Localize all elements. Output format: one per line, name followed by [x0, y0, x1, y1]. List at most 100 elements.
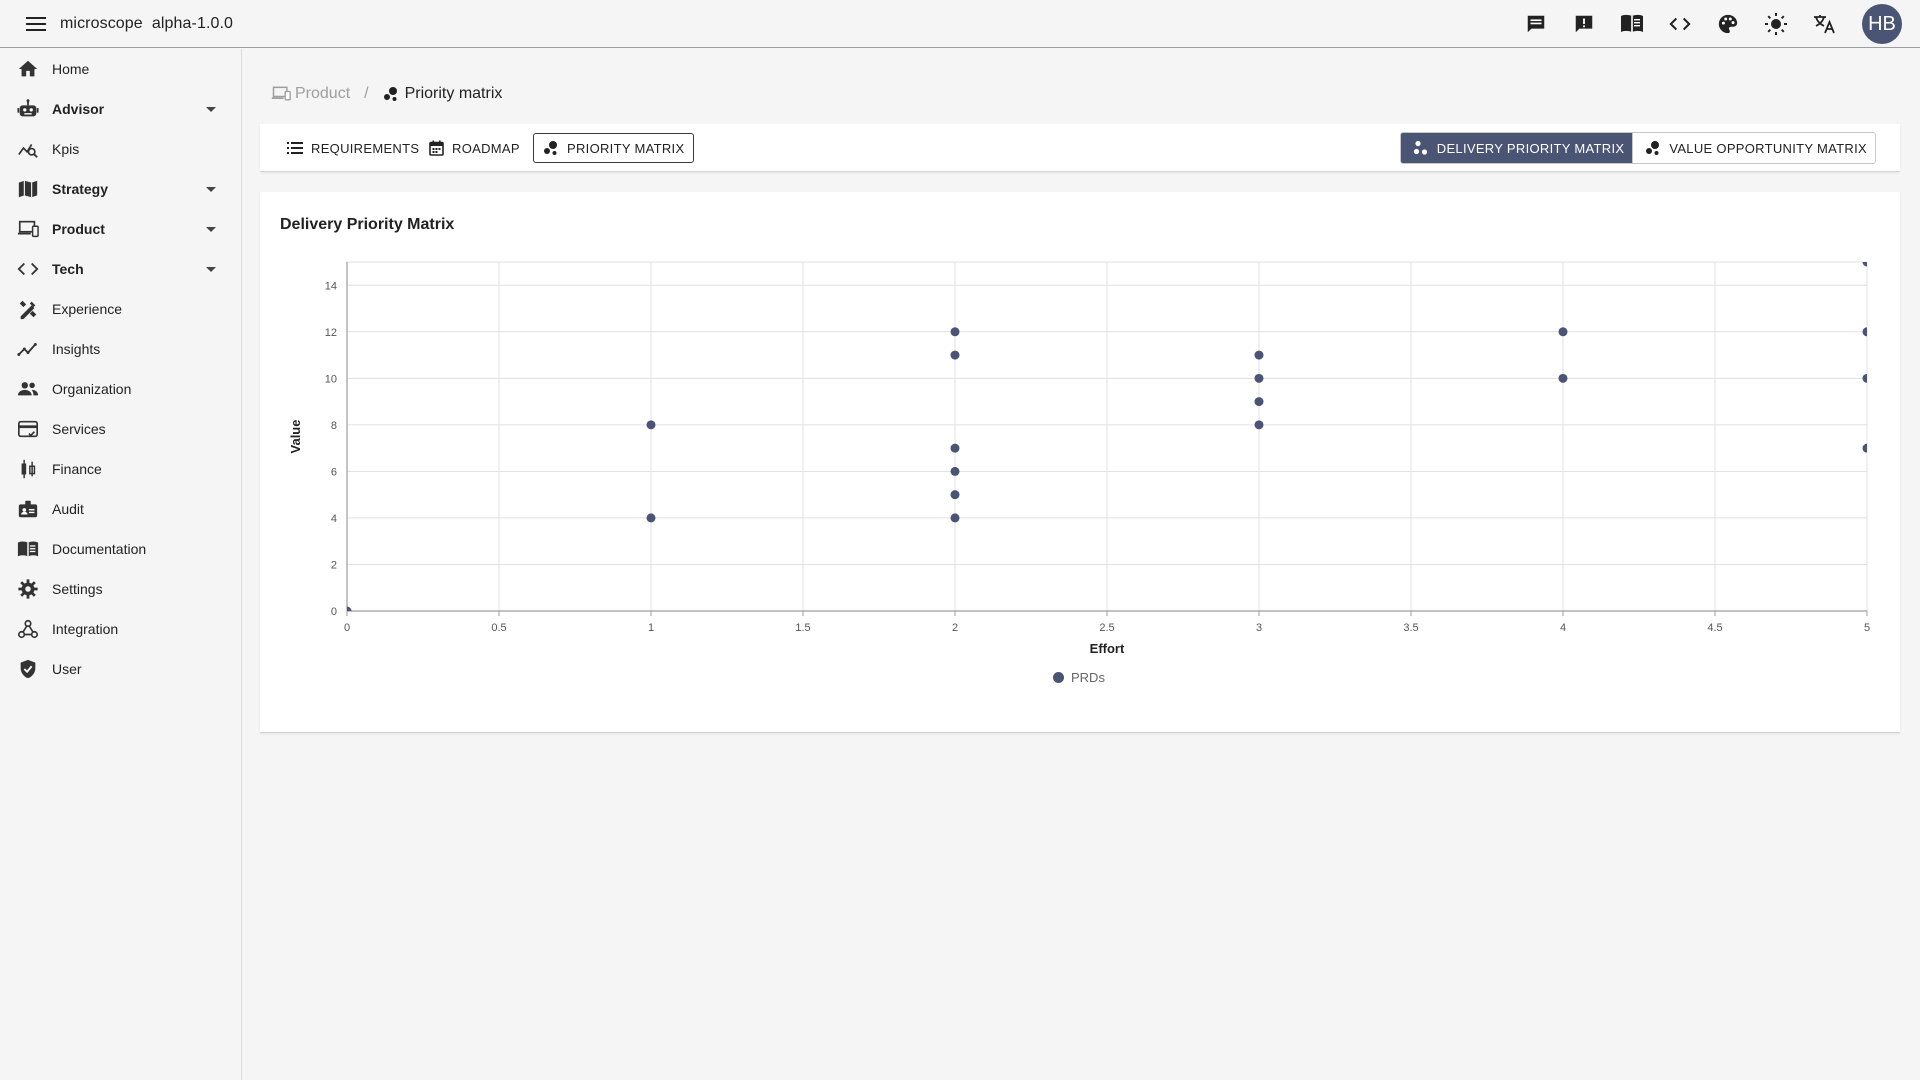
sidebar-item-label: User — [52, 661, 82, 677]
sidebar-item-label: Product — [52, 221, 105, 237]
chart-card: Delivery Priority Matrix 0 2 4 6 8 10 12 14 0 0.5… — [260, 192, 1900, 733]
sidebar-item-insights[interactable]: Insights — [0, 329, 241, 369]
sidebar-item-label: Insights — [52, 341, 101, 357]
sidebar: Home Advisor Kpis Strategy Product Tech Experi… — [0, 49, 242, 1080]
y-tick-label: 4 — [331, 513, 337, 525]
sidebar-item-label: Advisor — [52, 101, 105, 117]
data-point — [1862, 262, 1867, 267]
sidebar-item-finance[interactable]: Finance — [0, 449, 241, 489]
insights-icon — [16, 337, 40, 361]
tab-priority-matrix[interactable]: PRIORITY MATRIX — [533, 133, 695, 163]
x-tick-label: 2 — [952, 622, 958, 634]
sidebar-item-label: Finance — [52, 461, 102, 477]
sidebar-item-audit[interactable]: Audit — [0, 489, 241, 529]
breadcrumb-parent[interactable]: Product — [271, 85, 350, 103]
x-tick-label: 5 — [1864, 622, 1870, 634]
y-tick-label: 6 — [331, 466, 337, 478]
book-icon — [1621, 14, 1643, 32]
chart-legend[interactable]: PRDs — [1053, 670, 1105, 685]
calendar-icon — [429, 140, 444, 156]
feedback-button[interactable] — [1560, 0, 1608, 48]
sidebar-item-settings[interactable]: Settings — [0, 569, 241, 609]
sidebar-item-user[interactable]: User — [0, 649, 241, 689]
sidebar-item-services[interactable]: Services — [0, 409, 241, 449]
home-icon — [16, 57, 40, 81]
sidebar-item-product[interactable]: Product — [0, 209, 241, 249]
value-opportunity-matrix-label: VALUE OPPORTUNITY MATRIX — [1669, 140, 1867, 156]
tab-requirements[interactable]: REQUIREMENTS — [278, 133, 428, 163]
x-axis-label: Effort — [1090, 641, 1125, 656]
legend-marker — [1053, 672, 1064, 683]
delivery-priority-matrix-label: DELIVERY PRIORITY MATRIX — [1436, 140, 1625, 156]
query-stats-icon — [16, 137, 40, 161]
matrix-toggle-group: DELIVERY PRIORITY MATRIX VALUE OPPORTUNI… — [1399, 132, 1876, 164]
chat-icon — [1527, 15, 1545, 33]
sidebar-item-strategy[interactable]: Strategy — [0, 169, 241, 209]
theme-palette-button[interactable] — [1704, 0, 1752, 48]
chevron-down-icon — [205, 102, 217, 121]
sidebar-item-experience[interactable]: Experience — [0, 289, 241, 329]
data-point — [1558, 327, 1568, 337]
scatter-chart: 0 2 4 6 8 10 12 14 0 0.5 1 1.5 2 2.5 3 3.5 4 4.5 5 Effort Va… — [288, 261, 1870, 656]
menu-book-icon — [16, 537, 40, 561]
chevron-down-icon — [205, 182, 217, 201]
breadcrumb-separator: / — [364, 85, 369, 102]
data-point — [950, 327, 960, 337]
design-tools-icon — [16, 297, 40, 321]
top-actions: HB — [1512, 0, 1910, 48]
sidebar-item-kpis[interactable]: Kpis — [0, 129, 241, 169]
sidebar-item-label: Organization — [52, 381, 132, 397]
data-point — [1862, 443, 1867, 453]
shield-check-icon — [16, 657, 40, 681]
data-point — [1254, 397, 1264, 407]
data-point — [1558, 373, 1568, 383]
sidebar-item-label: Kpis — [52, 141, 80, 157]
sidebar-item-label: Tech — [52, 261, 84, 277]
sidebar-item-organization[interactable]: Organization — [0, 369, 241, 409]
translate-button[interactable] — [1800, 0, 1848, 48]
sidebar-item-integration[interactable]: Integration — [0, 609, 241, 649]
avatar[interactable]: HB — [1862, 4, 1902, 44]
book-button[interactable] — [1608, 0, 1656, 48]
hamburger-menu-icon — [26, 16, 46, 31]
value-opportunity-matrix-button[interactable]: VALUE OPPORTUNITY MATRIX — [1632, 133, 1875, 163]
x-tick-label: 2.5 — [1099, 622, 1114, 634]
data-point — [1862, 373, 1867, 383]
gear-icon — [16, 577, 40, 601]
code-icon — [1669, 17, 1691, 31]
code-button[interactable] — [1656, 0, 1704, 48]
sidebar-item-tech[interactable]: Tech — [0, 249, 241, 289]
y-tick-label: 2 — [331, 559, 337, 571]
data-point — [950, 490, 960, 500]
chevron-down-icon — [205, 262, 217, 281]
breadcrumb-current: Priority matrix — [383, 85, 502, 103]
delivery-priority-matrix-button[interactable]: DELIVERY PRIORITY MATRIX — [1400, 133, 1633, 163]
brightness-button[interactable] — [1752, 0, 1800, 48]
data-point — [950, 443, 960, 453]
breadcrumb: Product / Priority matrix — [271, 85, 502, 103]
main-content: Product / Priority matrix REQUIREMENTS R… — [243, 49, 1920, 1080]
sidebar-item-label: Experience — [52, 301, 123, 317]
y-axis-label: Value — [288, 420, 303, 454]
people-icon — [16, 377, 40, 401]
data-point — [646, 420, 656, 430]
candlestick-icon — [16, 457, 40, 481]
legend-label: PRDs — [1071, 670, 1105, 685]
sidebar-item-label: Services — [52, 421, 106, 437]
brightness-icon — [1765, 13, 1787, 35]
tab-roadmap[interactable]: ROADMAP — [420, 133, 529, 163]
data-point — [1254, 373, 1264, 383]
sidebar-item-advisor[interactable]: Advisor — [0, 89, 241, 129]
bubble-chart-icon — [383, 87, 397, 101]
sidebar-item-home[interactable]: Home — [0, 49, 241, 89]
sidebar-item-label: Audit — [52, 501, 84, 517]
data-point — [1862, 327, 1867, 337]
tab-priority-matrix-label: PRIORITY MATRIX — [567, 140, 685, 156]
menu-button[interactable] — [18, 6, 54, 42]
sidebar-item-documentation[interactable]: Documentation — [0, 529, 241, 569]
chevron-down-icon — [205, 222, 217, 241]
y-tick-label: 0 — [331, 606, 337, 618]
top-app-bar: microscope alpha-1.0.0 HB — [0, 0, 1920, 48]
x-tick-label: 3 — [1256, 622, 1262, 634]
chat-button[interactable] — [1512, 0, 1560, 48]
